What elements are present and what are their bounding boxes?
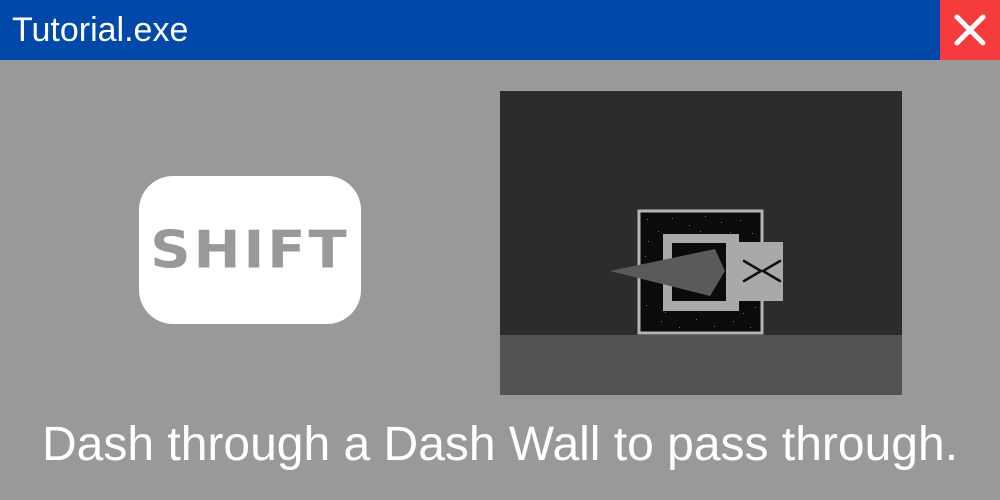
close-icon (954, 14, 986, 46)
shift-key-label: SHIFT (150, 220, 350, 280)
window-title: Tutorial.exe (12, 11, 189, 49)
close-button[interactable] (940, 0, 1000, 60)
tutorial-caption: Dash through a Dash Wall to pass through… (41, 418, 959, 471)
tutorial-animation-scene (500, 91, 902, 395)
tutorial-window: Tutorial.exe SHIFT Dash through a Dash W… (0, 0, 1000, 500)
shift-key-icon: SHIFT (139, 176, 361, 324)
title-bar: Tutorial.exe (0, 0, 1000, 60)
squint-face-icon (726, 242, 783, 301)
scene-canvas (500, 91, 902, 395)
scene-floor (500, 335, 902, 395)
